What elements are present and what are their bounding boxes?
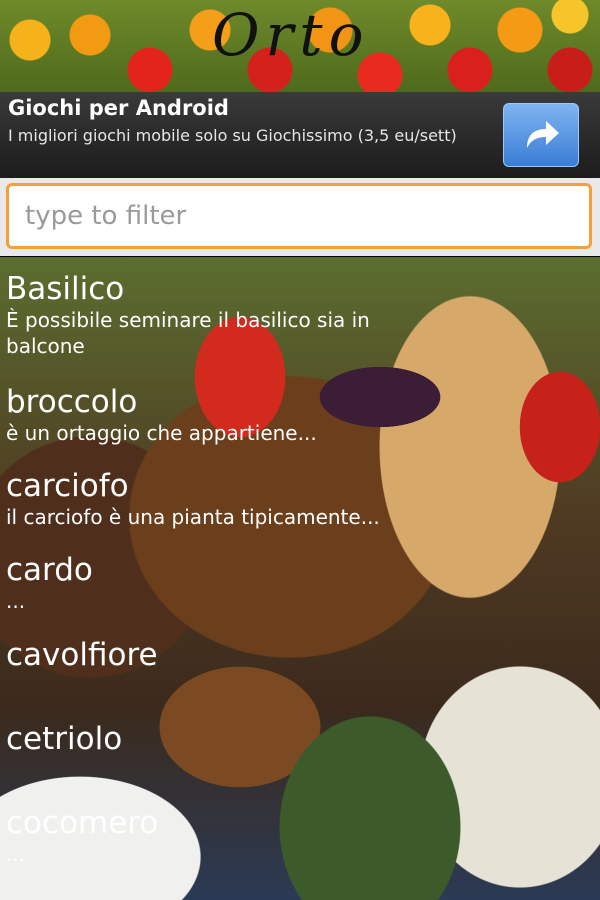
item-title: cardo [6,552,93,588]
item-subtitle: ... [6,589,26,613]
list-item[interactable]: broccolo è un ortaggio che appartiene... [6,384,317,446]
share-arrow-icon [527,121,559,148]
list-item[interactable]: carciofo il carciofo è una pianta tipica… [6,468,380,530]
filter-input[interactable] [6,183,592,249]
item-subtitle: È possibile seminare il basilico sia in … [6,308,370,358]
list-item[interactable]: Basilico È possibile seminare il basilic… [6,271,426,359]
list-item[interactable]: cetriolo [6,721,122,757]
app-logo: Orto [212,1,370,69]
item-title: carciofo [6,468,129,504]
ad-text: I migliori giochi mobile solo su Giochis… [8,126,457,145]
item-subtitle: ... [6,842,26,866]
item-title: cocomero [6,805,159,841]
ad-open-button[interactable] [503,103,579,167]
header-banner: Orto [0,0,600,92]
item-subtitle: il carciofo è una pianta tipicamente... [6,505,380,529]
list-item[interactable]: cocomero ... [6,805,158,867]
vegetable-list[interactable]: Basilico È possibile seminare il basilic… [0,257,600,900]
item-title: Basilico [6,271,125,307]
ad-title: Giochi per Android [8,96,229,120]
list-item[interactable]: cavolfiore [6,637,158,673]
item-title: cavolfiore [6,637,158,673]
item-subtitle: è un ortaggio che appartiene... [6,421,317,445]
list-item[interactable]: cardo ... [6,552,93,614]
item-title: cetriolo [6,721,123,757]
item-title: broccolo [6,384,138,420]
